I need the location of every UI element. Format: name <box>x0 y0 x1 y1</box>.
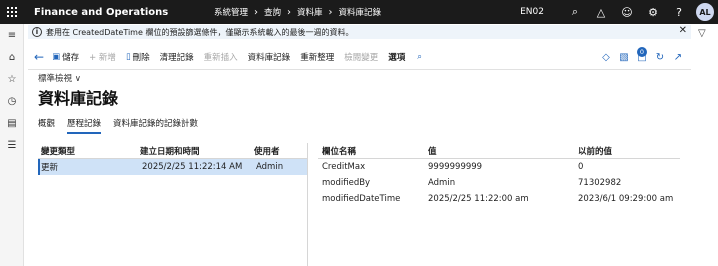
breadcrumb: 系統管理 › 查詢 › 資料庫 › 資料庫記錄 <box>214 6 382 19</box>
recent-clock-icon[interactable]: ◷ <box>0 90 24 112</box>
field-name-cell: modifiedDateTime <box>322 194 401 204</box>
tab-strip: 概觀 歷程記錄 資料庫記錄的記錄計數 <box>38 117 210 134</box>
chevron-down-icon: ∨ <box>74 74 81 84</box>
home-icon[interactable]: ⌂ <box>0 46 24 68</box>
tab-history[interactable]: 歷程記錄 <box>67 117 102 134</box>
chevron-right-icon: › <box>287 6 292 18</box>
new-button[interactable]: + 新增 <box>89 51 116 63</box>
company-picker[interactable]: EN02 <box>520 7 544 17</box>
save-button[interactable]: ▣ 儲存 <box>52 51 79 63</box>
created-datetime-cell: 2025/2/25 11:22:14 AM <box>142 162 243 172</box>
breadcrumb-item[interactable]: 查詢 <box>264 6 281 18</box>
workspaces-icon[interactable]: ▤ <box>0 112 24 134</box>
change-type-cell: 更新 <box>41 163 59 173</box>
save-icon: ▣ <box>52 51 61 62</box>
search-icon[interactable]: ⌕ <box>417 52 422 62</box>
app-launcher-icon[interactable] <box>0 0 24 24</box>
table-row[interactable]: CreditMax 9999999999 0 <box>318 159 680 175</box>
refresh-button[interactable]: 重新整理 <box>300 51 334 63</box>
action-pane: ← ▣ 儲存 + 新增 ▯ 刪除 清理記錄 重新插入 資料庫記錄 重新整理 檢閱變更… <box>28 44 691 70</box>
value-cell: Admin <box>428 178 456 188</box>
grid-header: 變更類型 建立日期和時間 使用者 <box>38 143 307 159</box>
cleanup-log-button[interactable]: 清理記錄 <box>160 51 194 63</box>
back-arrow-icon[interactable]: ← <box>34 50 44 64</box>
modules-list-icon[interactable]: ☰ <box>0 134 24 156</box>
trash-icon: ▯ <box>125 51 131 62</box>
previous-value-cell: 2023/6/1 09:29:00 am <box>578 194 674 204</box>
field-values-grid: 欄位名稱 值 以前的值 CreditMax 9999999999 0 modif… <box>318 143 680 266</box>
open-in-new-window-icon[interactable]: ↗ <box>669 52 687 63</box>
close-icon[interactable]: ✕ <box>679 25 687 36</box>
table-row[interactable]: modifiedDateTime 2025/2/25 11:22:00 am 2… <box>318 191 680 207</box>
settings-gear-icon[interactable]: ⚙ <box>640 0 666 24</box>
search-icon[interactable]: ⌕ <box>562 0 588 24</box>
notification-count-badge: 0 <box>637 46 647 57</box>
delete-button[interactable]: ▯ 刪除 <box>126 51 150 63</box>
table-row[interactable]: modifiedBy Admin 71302982 <box>318 175 680 191</box>
column-header-user[interactable]: 使用者 <box>254 145 304 157</box>
inspect-change-button[interactable]: 檢閱變更 <box>344 51 378 63</box>
office-icon[interactable]: ▧ <box>615 52 633 63</box>
filter-icon[interactable]: ▽ <box>698 28 706 39</box>
column-header-change-type[interactable]: 變更類型 <box>38 145 140 157</box>
app-title: Finance and Operations <box>34 6 169 18</box>
change-history-grid: 變更類型 建立日期和時間 使用者 更新 2025/2/25 11:22:14 A… <box>38 143 308 266</box>
view-selector[interactable]: 標準檢視 ∨ <box>38 72 81 84</box>
top-navigation-bar: Finance and Operations 系統管理 › 查詢 › 資料庫 ›… <box>0 0 718 24</box>
message-text: 套用在 CreatedDateTime 欄位的預設篩選條件，僅顯示系統載入的最後… <box>46 27 354 37</box>
refresh-icon[interactable]: ↻ <box>651 52 669 63</box>
navigation-rail: ≡ ⌂ ☆ ◷ ▤ ☰ <box>0 24 24 266</box>
field-name-cell: modifiedBy <box>322 178 371 188</box>
feedback-smiley-icon[interactable]: ☺ <box>614 0 640 24</box>
notification-icon[interactable]: □ 0 <box>633 46 651 63</box>
table-row[interactable]: 更新 2025/2/25 11:22:14 AM Admin <box>38 159 307 175</box>
previous-value-cell: 0 <box>578 162 584 172</box>
hamburger-menu-icon[interactable]: ≡ <box>0 24 24 46</box>
chevron-right-icon: › <box>254 6 259 18</box>
column-header-created[interactable]: 建立日期和時間 <box>140 145 254 157</box>
tab-overview[interactable]: 概觀 <box>38 117 55 134</box>
breadcrumb-item[interactable]: 資料庫記錄 <box>339 6 382 18</box>
column-header-previous-value[interactable]: 以前的值 <box>578 145 678 157</box>
column-header-field-name[interactable]: 欄位名稱 <box>318 145 428 157</box>
user-cell: Admin <box>256 162 284 172</box>
page-title: 資料庫記錄 <box>38 89 119 108</box>
grid-header: 欄位名稱 值 以前的值 <box>318 143 680 159</box>
info-icon: i <box>32 27 42 37</box>
chevron-right-icon: › <box>328 6 333 18</box>
database-log-button[interactable]: 資料庫記錄 <box>248 51 291 63</box>
notification-bell-icon[interactable]: △ <box>588 0 614 24</box>
value-cell: 9999999999 <box>428 162 483 172</box>
reinsert-button[interactable]: 重新插入 <box>204 51 238 63</box>
value-cell: 2025/2/25 11:22:00 am <box>428 194 529 204</box>
diamond-icon[interactable]: ◇ <box>597 52 615 63</box>
help-icon[interactable]: ? <box>666 0 692 24</box>
previous-value-cell: 71302982 <box>578 178 622 188</box>
avatar[interactable]: AL <box>696 3 714 21</box>
favorites-star-icon[interactable]: ☆ <box>0 68 24 90</box>
message-bar: i 套用在 CreatedDateTime 欄位的預設篩選條件，僅顯示系統載入的… <box>28 25 691 39</box>
options-tab[interactable]: 選項 <box>388 51 405 63</box>
column-header-value[interactable]: 值 <box>428 145 578 157</box>
breadcrumb-item[interactable]: 系統管理 <box>214 6 248 18</box>
field-name-cell: CreditMax <box>322 162 366 172</box>
tab-log-count[interactable]: 資料庫記錄的記錄計數 <box>113 117 198 134</box>
breadcrumb-item[interactable]: 資料庫 <box>297 6 323 18</box>
